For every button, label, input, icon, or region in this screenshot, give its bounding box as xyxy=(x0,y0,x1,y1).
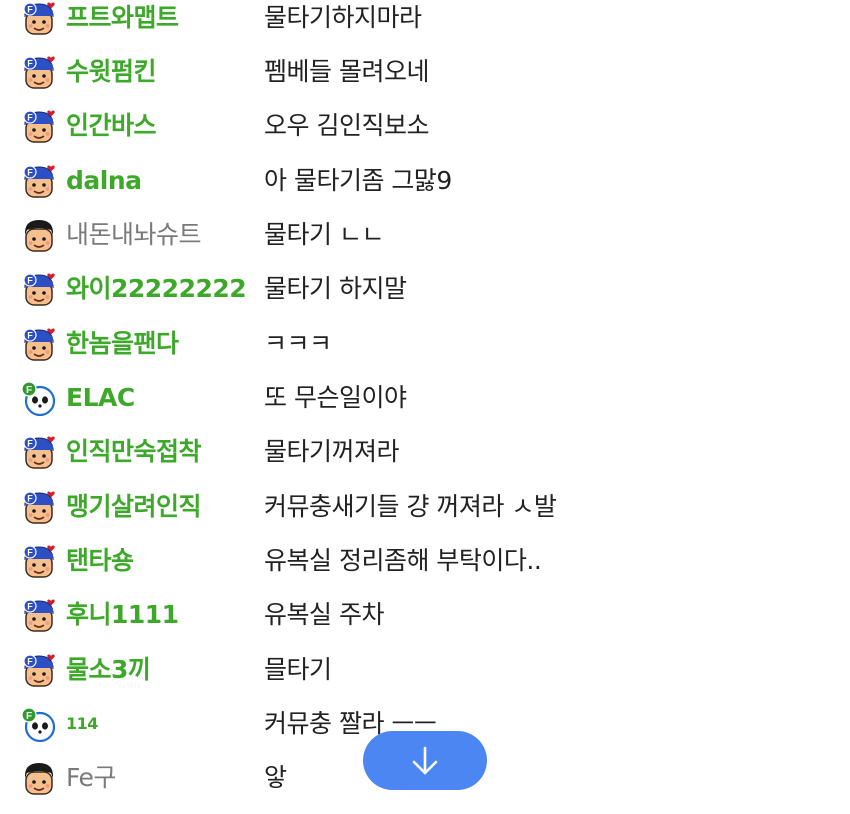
chat-message-row: F 맹기살려인직 커뮤충새기들 걍 꺼져라 ㅅ발 xyxy=(0,489,850,543)
svg-text:F: F xyxy=(27,548,33,558)
chat-username[interactable]: ELAC xyxy=(66,380,135,416)
chat-username[interactable]: 맹기살려인직 xyxy=(66,489,202,525)
chat-username[interactable]: 인간바스 xyxy=(66,108,157,144)
chat-message-row: F 프트와맵트 물타기하지마라 xyxy=(0,0,850,54)
chat-username[interactable]: 물소3끼 xyxy=(66,652,151,688)
chat-username[interactable]: 한놈을팬다 xyxy=(66,326,179,362)
chat-message-row: 내돈내놔슈트 물타기 ㄴㄴ xyxy=(0,217,850,271)
fan-heart-badge-icon: F xyxy=(20,489,58,525)
chat-message-row: F ELAC 또 무슨일이야 xyxy=(0,380,850,434)
chat-message-text: 유복실 주차 xyxy=(264,600,384,629)
chat-message-row: F 후니1111 유복실 주차 xyxy=(0,597,850,651)
chat-username[interactable]: 114 xyxy=(66,706,98,742)
chat-username[interactable]: 수윗펌킨 xyxy=(66,54,157,90)
fan-heart-badge-icon: F xyxy=(20,163,58,199)
svg-text:F: F xyxy=(27,657,33,667)
fan-panda-badge-icon: F xyxy=(20,380,58,416)
svg-text:F: F xyxy=(27,168,33,178)
chat-message-text: 믈타기 xyxy=(264,655,332,684)
scroll-to-bottom-button[interactable] xyxy=(363,731,487,790)
chat-username[interactable]: 탠타숑 xyxy=(66,543,134,579)
svg-text:F: F xyxy=(27,439,33,449)
chat-message-text: 물타기 하지말 xyxy=(264,274,407,303)
chat-message-row: F 와이22222222 물타기 하지말 xyxy=(0,271,850,325)
fan-heart-badge-icon: F xyxy=(20,326,58,362)
fan-heart-badge-icon: F xyxy=(20,0,58,36)
svg-text:F: F xyxy=(27,113,33,123)
chat-message-text: 펨베들 몰려오네 xyxy=(264,57,429,86)
chat-message-text: 아 물타기좀 그맗9 xyxy=(264,166,452,195)
user-face-icon xyxy=(20,217,58,253)
svg-text:F: F xyxy=(26,711,32,722)
chat-username[interactable]: 후니1111 xyxy=(66,597,179,633)
chat-list: F 프트와맵트 물타기하지마라 F 수윗펌킨 펨베들 몰려오네 F 인간바스 오우 김인직보소 F… xyxy=(0,0,850,795)
svg-text:F: F xyxy=(27,59,33,69)
fan-heart-badge-icon: F xyxy=(20,543,58,579)
chat-message-text: 커뮤충새기들 걍 꺼져라 ㅅ발 xyxy=(264,492,557,521)
chat-username[interactable]: 내돈내놔슈트 xyxy=(66,217,202,253)
chat-message-text: 물타기 ㄴㄴ xyxy=(264,220,384,249)
fan-panda-badge-icon: F xyxy=(20,706,58,742)
chat-username[interactable]: 와이22222222 xyxy=(66,271,247,307)
chat-message-row: F 탠타숑 유복실 정리좀해 부탁이다.. xyxy=(0,543,850,597)
chat-message-text: 또 무슨일이야 xyxy=(264,383,407,412)
chat-message-text: 물타기하지마라 xyxy=(264,3,422,32)
fan-heart-badge-icon: F xyxy=(20,271,58,307)
svg-text:F: F xyxy=(26,385,32,396)
chat-username[interactable]: 인직만숙접착 xyxy=(66,434,202,470)
chat-message-row: F 물소3끼 믈타기 xyxy=(0,652,850,706)
fan-heart-badge-icon: F xyxy=(20,597,58,633)
chat-message-row: Fdalna 아 물타기좀 그맗9 xyxy=(0,163,850,217)
svg-text:F: F xyxy=(27,494,33,504)
chat-message-text: 유복실 정리좀해 부탁이다.. xyxy=(264,546,542,575)
chat-message-row: F 인간바스 오우 김인직보소 xyxy=(0,108,850,162)
chat-message-row: F 한놈을팬다 ㅋㅋㅋ xyxy=(0,326,850,380)
user-face-icon xyxy=(20,760,58,796)
fan-heart-badge-icon: F xyxy=(20,652,58,688)
chat-message-text: 오우 김인직보소 xyxy=(264,111,429,140)
fan-heart-badge-icon: F xyxy=(20,434,58,470)
chat-message-row: F 인직만숙접착 물타기꺼져라 xyxy=(0,434,850,488)
chat-username[interactable]: Fe구 xyxy=(66,760,116,796)
fan-heart-badge-icon: F xyxy=(20,54,58,90)
svg-text:F: F xyxy=(27,331,33,341)
svg-text:F: F xyxy=(27,5,33,15)
chat-message-text: ㅋㅋㅋ xyxy=(264,329,332,358)
chat-username[interactable]: dalna xyxy=(66,163,142,199)
svg-text:F: F xyxy=(27,276,33,286)
chat-message-text: 물타기꺼져라 xyxy=(264,437,400,466)
chat-username[interactable]: 프트와맵트 xyxy=(66,0,179,36)
arrow-down-icon xyxy=(412,746,438,775)
chat-message-text: 앟 xyxy=(264,763,287,792)
chat-message-row: F 수윗펌킨 펨베들 몰려오네 xyxy=(0,54,850,108)
fan-heart-badge-icon: F xyxy=(20,108,58,144)
svg-text:F: F xyxy=(27,602,33,612)
